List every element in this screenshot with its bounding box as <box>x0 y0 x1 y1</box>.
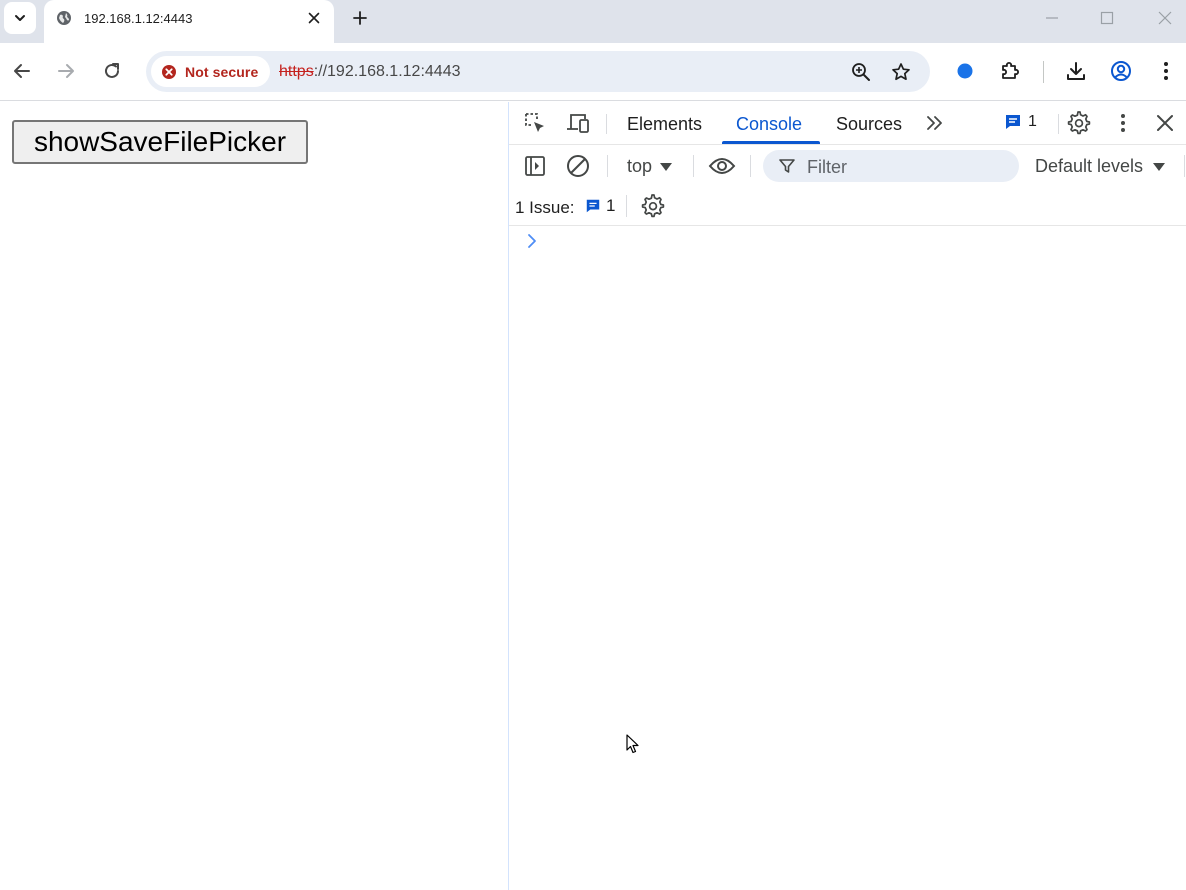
live-expression-button[interactable] <box>707 153 737 179</box>
filterbar-separator-3 <box>750 155 751 177</box>
devtools-tabbar: Elements Console Sources 1 <box>509 102 1186 145</box>
device-toolbar-button[interactable] <box>565 110 591 136</box>
tab-sources[interactable]: Sources <box>836 114 902 135</box>
clear-console-button[interactable] <box>565 153 591 179</box>
extension-dot-icon <box>957 63 973 79</box>
profile-button[interactable] <box>1109 59 1133 83</box>
console-sidebar-toggle[interactable] <box>522 153 548 179</box>
maximize-button[interactable] <box>1097 8 1117 28</box>
devtools-settings-button[interactable] <box>1066 110 1092 136</box>
sidebar-toggle-icon <box>525 156 545 176</box>
back-button[interactable] <box>10 59 34 83</box>
downloads-button[interactable] <box>1064 59 1088 83</box>
tab-console[interactable]: Console <box>736 114 802 135</box>
issues-link[interactable]: 1 <box>585 196 615 216</box>
filterbar-separator <box>607 155 608 177</box>
issues-link-count: 1 <box>606 196 616 215</box>
toolbar-separator <box>1043 61 1044 83</box>
settings-gear-icon <box>641 194 665 218</box>
device-toolbar-icon <box>567 114 589 133</box>
issues-badge-count: 1 <box>1028 113 1037 130</box>
tabbar-separator <box>606 114 607 134</box>
close-icon <box>308 12 320 24</box>
plus-icon <box>353 11 367 25</box>
page-viewport: showSaveFilePicker <box>0 102 508 890</box>
issuesbar-separator <box>626 195 627 217</box>
url-text[interactable]: https://192.168.1.12:4443 <box>279 63 460 81</box>
tab-close-button[interactable] <box>304 8 324 28</box>
tab-title: 192.168.1.12:4443 <box>84 11 193 26</box>
inspect-element-icon <box>525 113 544 132</box>
close-icon <box>1157 115 1173 131</box>
chrome-menu-button[interactable] <box>1154 59 1178 83</box>
browser-tab[interactable]: 192.168.1.12:4443 <box>44 0 334 43</box>
star-icon <box>892 63 910 81</box>
new-tab-button[interactable] <box>348 6 372 30</box>
close-window-icon <box>1158 11 1172 25</box>
log-levels-value: Default levels <box>1035 156 1144 176</box>
tab-elements[interactable]: Elements <box>627 114 702 135</box>
zoom-icon <box>852 63 870 81</box>
dropdown-caret-icon <box>1153 162 1166 171</box>
url-scheme: https <box>279 63 314 80</box>
more-tabs-button[interactable] <box>922 110 948 136</box>
show-save-file-picker-button[interactable]: showSaveFilePicker <box>12 120 308 164</box>
forward-button[interactable] <box>54 59 78 83</box>
issues-counter-button[interactable]: 1 <box>1004 113 1037 131</box>
kebab-menu-icon <box>1121 114 1125 132</box>
kebab-menu-icon <box>1164 62 1168 80</box>
log-levels-select[interactable]: Default levels <box>1035 156 1166 177</box>
close-devtools-button[interactable] <box>1152 110 1178 136</box>
globe-icon <box>57 11 71 25</box>
profile-icon <box>1111 61 1131 81</box>
filterbar-separator-4 <box>1184 155 1185 177</box>
tab-strip: 192.168.1.12:4443 <box>0 0 1186 43</box>
not-secure-icon <box>162 64 176 79</box>
console-settings-button[interactable] <box>640 193 666 219</box>
puzzle-icon <box>1002 62 1019 79</box>
browser-toolbar: Not secure https://192.168.1.12:4443 <box>0 43 1186 101</box>
console-prompt-chevron-icon[interactable] <box>525 232 539 250</box>
filterbar-separator-2 <box>693 155 694 177</box>
inspect-element-button[interactable] <box>522 110 548 136</box>
console-filter-input[interactable]: Filter <box>763 150 1019 182</box>
chevron-down-icon <box>15 15 25 21</box>
extensions-menu-button[interactable] <box>998 59 1022 83</box>
tabbar-separator-2 <box>1058 114 1059 134</box>
issues-label: 1 Issue: <box>515 198 575 217</box>
devtools-panel: Elements Console Sources 1 top Filter De… <box>508 102 1186 890</box>
settings-gear-icon <box>1067 111 1091 135</box>
address-bar[interactable]: Not secure https://192.168.1.12:4443 <box>146 51 930 92</box>
filter-placeholder: Filter <box>807 157 847 177</box>
mouse-cursor-icon <box>626 734 639 754</box>
active-tab-indicator <box>722 141 820 144</box>
javascript-context-select[interactable]: top <box>627 156 673 177</box>
minimize-button[interactable] <box>1042 8 1062 28</box>
back-arrow-icon <box>14 64 30 78</box>
devtools-menu-button[interactable] <box>1110 110 1136 136</box>
maximize-icon <box>1100 11 1114 25</box>
console-filter-bar: top Filter Default levels <box>509 145 1186 186</box>
more-tabs-icon <box>927 116 942 130</box>
filter-funnel-icon <box>779 159 795 173</box>
minimize-icon <box>1046 17 1058 19</box>
not-secure-label: Not secure <box>185 63 259 80</box>
context-value: top <box>627 156 653 176</box>
console-issues-bar: 1 Issue: 1 <box>509 186 1186 226</box>
bookmark-button[interactable] <box>889 60 913 84</box>
zoom-button[interactable] <box>849 60 873 84</box>
issues-message-icon <box>586 199 600 213</box>
forward-arrow-icon <box>58 64 74 78</box>
clear-console-icon <box>567 155 589 177</box>
extension-button[interactable] <box>953 59 977 83</box>
download-icon <box>1067 62 1085 80</box>
reload-icon <box>105 63 119 78</box>
tab-search-button[interactable] <box>4 2 36 34</box>
url-host: ://192.168.1.12:4443 <box>313 63 461 80</box>
eye-icon <box>708 158 736 174</box>
reload-button[interactable] <box>100 59 124 83</box>
issues-message-icon <box>1006 115 1020 129</box>
close-window-button[interactable] <box>1155 8 1175 28</box>
dropdown-caret-icon <box>660 162 673 171</box>
